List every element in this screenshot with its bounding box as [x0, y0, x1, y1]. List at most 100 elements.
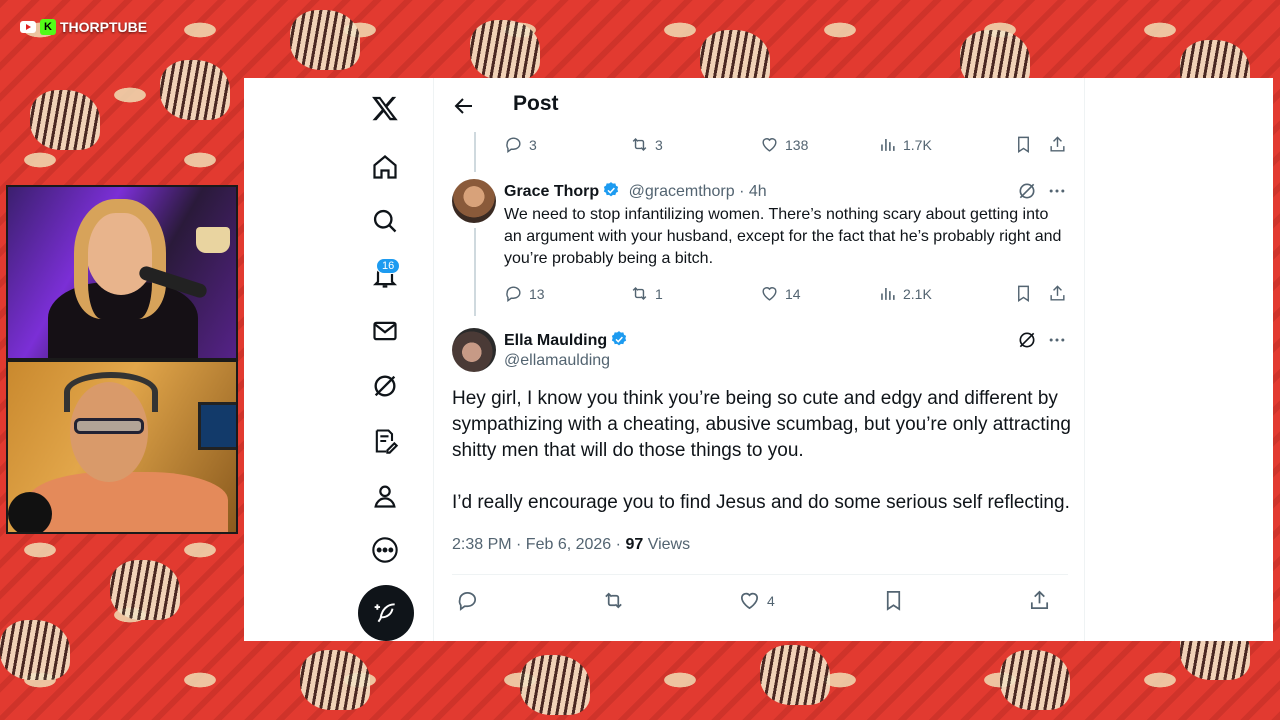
prev-tweet-actions: 3 3 138 1.7K [504, 135, 1068, 157]
sidebar-nav: 16 [244, 78, 434, 641]
main-tweet-paragraph: Hey girl, I know you think you’re being … [452, 388, 1071, 461]
profile-icon [374, 485, 396, 508]
like-count: 138 [785, 136, 809, 153]
reply-count: 13 [529, 285, 545, 302]
verified-badge-icon [604, 182, 619, 197]
reply-button[interactable]: 3 [504, 135, 537, 154]
nav-profile[interactable] [357, 474, 413, 518]
repost-button[interactable]: 1 [630, 284, 663, 303]
wallpaper-zebra-11 [760, 645, 830, 705]
share-button[interactable] [1048, 284, 1067, 303]
repost-icon [632, 286, 647, 301]
reply-tweet-header: Grace Thorp @gracemthorp · 4h [504, 181, 767, 201]
bookmark-button[interactable] [1014, 284, 1033, 303]
repost-button[interactable]: 3 [630, 135, 663, 154]
views-count: 2.1K [903, 285, 932, 302]
x-logo-icon [372, 96, 398, 121]
tweet-time[interactable]: · 4h [739, 183, 767, 200]
reply-icon [458, 592, 476, 611]
reply-button[interactable] [456, 589, 479, 612]
nav-articles[interactable] [357, 419, 413, 463]
analytics-icon [881, 287, 895, 300]
reply-count: 3 [529, 136, 537, 153]
x-app-window: 16 Post 3 3 138 1.7K Grace Thorp @gracem… [244, 78, 1273, 641]
tweet-timestamp[interactable]: 2:38 PM · Feb 6, 2026 · [452, 536, 621, 553]
brand-name: THORPTUBE [60, 19, 148, 35]
bookmark-button[interactable] [1014, 135, 1033, 154]
author-name[interactable]: Grace Thorp [504, 183, 599, 200]
views-button[interactable]: 2.1K [878, 284, 932, 303]
stream-brand: K THORPTUBE [20, 18, 147, 36]
repost-count: 3 [655, 136, 663, 153]
bookmark-icon [1018, 285, 1029, 302]
wallpaper-zebra-14 [0, 620, 70, 680]
wallpaper-zebra-1 [30, 90, 100, 150]
heart-icon [740, 592, 759, 610]
page-title: Post [513, 92, 559, 115]
grok-explain-icon[interactable] [1017, 181, 1037, 201]
post-button[interactable] [358, 585, 414, 641]
wallpaper-zebra-9 [300, 650, 370, 710]
reply-icon [506, 137, 521, 154]
share-button[interactable] [1048, 135, 1067, 154]
nav-messages[interactable] [357, 309, 413, 353]
wallpaper-zebra-2 [160, 60, 230, 120]
nav-home[interactable] [357, 145, 413, 189]
views-count: 97 [625, 536, 644, 553]
grok-explain-icon[interactable] [1017, 330, 1037, 350]
main-tweet-text: Hey girl, I know you think you’re being … [452, 386, 1072, 516]
author-handle[interactable]: @ellamaulding [504, 352, 610, 370]
post-column: Post 3 3 138 1.7K Grace Thorp @gracemtho… [433, 78, 1085, 641]
more-circle-icon [372, 537, 398, 563]
thread-connector [474, 228, 476, 316]
main-tweet-paragraph: I’d really encourage you to find Jesus a… [452, 492, 1070, 513]
notification-count-badge: 16 [376, 258, 401, 274]
repost-count: 1 [655, 285, 663, 302]
views-count: 1.7K [903, 136, 932, 153]
home-icon [373, 155, 397, 179]
search-icon [373, 209, 397, 233]
divider [452, 574, 1068, 575]
nav-explore[interactable] [357, 199, 413, 243]
wallpaper-zebra-4 [470, 20, 540, 80]
analytics-icon [881, 138, 895, 151]
avatar-grace[interactable] [452, 179, 496, 223]
like-button[interactable]: 4 [738, 589, 775, 612]
main-tweet-author: Ella Maulding [504, 330, 628, 350]
main-tweet-actions: 4 [456, 589, 1068, 613]
x-logo-button[interactable] [357, 86, 413, 130]
repost-icon [605, 592, 622, 609]
webcam-feed-guest [6, 360, 238, 534]
like-button[interactable]: 14 [760, 284, 801, 303]
wallpaper-zebra-8 [110, 560, 180, 620]
wallpaper-zebra-10 [520, 655, 590, 715]
more-options-icon[interactable] [1047, 181, 1067, 201]
more-options-icon[interactable] [1047, 330, 1067, 350]
repost-button[interactable] [602, 589, 625, 612]
webcam-feed-host [6, 185, 238, 360]
author-handle[interactable]: @gracemthorp [629, 183, 735, 200]
like-count: 14 [785, 285, 801, 302]
views-button[interactable]: 1.7K [878, 135, 932, 154]
bookmark-button[interactable] [882, 589, 905, 612]
author-name[interactable]: Ella Maulding [504, 332, 607, 349]
like-count: 4 [767, 592, 775, 609]
nav-grok[interactable] [357, 364, 413, 408]
wallpaper-zebra-12 [1000, 650, 1070, 710]
back-arrow-icon[interactable] [452, 94, 476, 118]
reply-icon [506, 286, 521, 303]
share-icon [1050, 285, 1065, 301]
grok-icon [374, 375, 396, 397]
compose-icon [375, 429, 399, 454]
bookmark-icon [886, 591, 901, 611]
reply-button[interactable]: 13 [504, 284, 545, 303]
like-button[interactable]: 138 [760, 135, 808, 154]
nav-more[interactable] [357, 528, 413, 572]
repost-icon [632, 137, 647, 152]
wallpaper-zebra-3 [290, 10, 360, 70]
avatar-ella[interactable] [452, 328, 496, 372]
share-icon [1030, 590, 1049, 610]
reply-tweet-text: We need to stop infantilizing women. The… [504, 206, 1062, 267]
share-button[interactable] [1028, 589, 1051, 612]
kick-icon: K [40, 19, 56, 35]
